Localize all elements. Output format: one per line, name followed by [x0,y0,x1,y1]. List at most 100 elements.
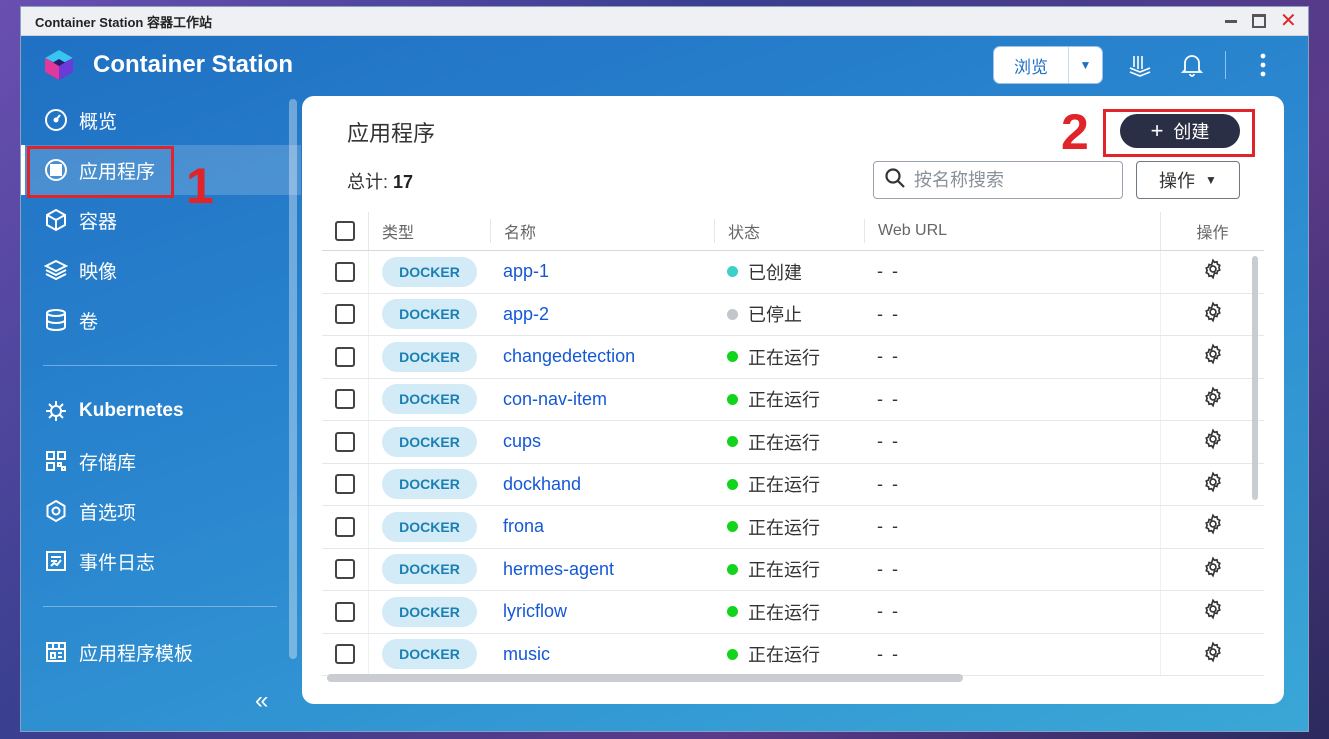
annotation-number-2: 2 [1061,104,1089,160]
column-header-name[interactable]: 名称 [490,219,714,243]
row-checkbox[interactable] [335,346,355,367]
status-dot [727,563,738,575]
gear-icon[interactable] [1202,428,1224,455]
bell-icon[interactable] [1177,50,1207,80]
sidebar-divider [43,365,277,366]
select-all-checkbox[interactable] [335,221,355,241]
sidebar-item-registry[interactable]: 存储库 [21,436,301,486]
collapse-sidebar-icon[interactable]: « [255,687,268,715]
status-indicator: 正在运行 [727,344,864,370]
web-url: - - [877,388,900,409]
app-name-link[interactable]: con-nav-item [503,389,607,409]
table-horizontal-scrollbar[interactable] [327,674,963,682]
table-row[interactable]: DOCKER dockhand 正在运行 - - [322,463,1264,506]
total-count: 总计: 17 [347,168,413,194]
gear-icon[interactable] [1202,386,1224,413]
sidebar-item-overview[interactable]: 概览 [21,95,301,145]
row-checkbox[interactable] [335,304,355,325]
sidebar-item-images[interactable]: 映像 [21,245,301,295]
column-header-status[interactable]: 状态 [714,219,864,243]
app-name-link[interactable]: app-1 [503,261,549,281]
sidebar-item-containers[interactable]: 容器 [21,195,301,245]
row-checkbox[interactable] [335,516,355,537]
web-url: - - [877,643,900,664]
gear-icon[interactable] [1202,343,1224,370]
column-header-type[interactable]: 类型 [369,219,490,243]
app-name-link[interactable]: hermes-agent [503,559,614,579]
table-row[interactable]: DOCKER app-2 已停止 - - [322,293,1264,336]
chevron-down-icon[interactable]: ▼ [1068,47,1102,83]
table-row[interactable]: DOCKER con-nav-item 正在运行 - - [322,378,1264,421]
row-checkbox[interactable] [335,601,355,622]
row-checkbox[interactable] [335,261,355,282]
annotation-number-1: 1 [186,158,214,214]
table-row[interactable]: DOCKER changedetection 正在运行 - - [322,336,1264,379]
gear-icon[interactable] [1202,258,1224,285]
app-name-link[interactable]: lyricflow [503,601,567,621]
actions-dropdown[interactable]: 操作 ▼ [1136,161,1240,199]
status-indicator: 正在运行 [727,386,864,412]
table-row[interactable]: DOCKER cups 正在运行 - - [322,421,1264,464]
gear-icon[interactable] [1202,301,1224,328]
type-badge: DOCKER [382,341,477,372]
sidebar-item-event-log[interactable]: 事件日志 [21,536,301,586]
sidebar-item-kubernetes[interactable]: Kubernetes [21,386,301,436]
table-row[interactable]: DOCKER app-1 已创建 - - [322,251,1264,294]
table-row[interactable]: DOCKER lyricflow 正在运行 - - [322,591,1264,634]
web-url: - - [877,601,900,622]
sidebar-item-app-templates[interactable]: 应用程序模板 [21,627,301,677]
annotation-box-1 [27,146,174,198]
app-name-link[interactable]: music [503,644,550,664]
table-row[interactable]: DOCKER frona 正在运行 - - [322,506,1264,549]
caret-down-icon: ▼ [1205,173,1217,187]
window-titlebar: Container Station 容器工作站 ✕ [21,7,1308,36]
status-dot [727,308,738,320]
status-indicator: 正在运行 [727,514,864,540]
app-header: Container Station 浏览 ▼ [21,36,1308,94]
total-label: 总计: [347,172,389,192]
close-icon[interactable]: ✕ [1280,11,1297,31]
column-header-action: 操作 [1160,212,1264,250]
app-name-link[interactable]: frona [503,516,544,536]
more-vertical-icon[interactable] [1248,50,1278,80]
registry-icon [43,448,69,474]
app-name-link[interactable]: changedetection [503,346,635,366]
status-indicator: 正在运行 [727,556,864,582]
status-indicator: 正在运行 [727,641,864,667]
status-dot [727,436,738,448]
table-header: 类型 名称 状态 Web URL 操作 [322,212,1264,251]
type-badge: DOCKER [382,256,477,287]
row-checkbox[interactable] [335,431,355,452]
gear-icon[interactable] [1202,641,1224,668]
row-checkbox[interactable] [335,389,355,410]
sidebar-item-preferences[interactable]: 首选项 [21,486,301,536]
sidebar-item-volumes[interactable]: 卷 [21,295,301,345]
app-name-link[interactable]: app-2 [503,304,549,324]
event-log-icon [43,548,69,574]
search-input[interactable] [914,169,1114,191]
maximize-icon[interactable] [1252,14,1266,28]
container-station-logo-icon [43,49,75,81]
minimize-icon[interactable] [1224,14,1238,28]
status-text: 已停止 [748,305,802,326]
row-checkbox[interactable] [335,559,355,580]
table-vertical-scrollbar[interactable] [1252,256,1258,500]
gear-icon[interactable] [1202,598,1224,625]
status-text: 正在运行 [748,560,820,581]
status-indicator: 正在运行 [727,471,864,497]
app-name-link[interactable]: dockhand [503,474,581,494]
tasks-stack-icon[interactable] [1125,50,1155,80]
gear-icon[interactable] [1202,513,1224,540]
browse-button[interactable]: 浏览 ▼ [993,46,1103,84]
column-header-web-url[interactable]: Web URL [864,219,1160,243]
search-field[interactable] [873,161,1123,199]
status-text: 正在运行 [748,390,820,411]
gear-icon[interactable] [1202,556,1224,583]
app-name-link[interactable]: cups [503,431,541,451]
row-checkbox[interactable] [335,644,355,665]
gear-icon[interactable] [1202,471,1224,498]
table-row[interactable]: DOCKER hermes-agent 正在运行 - - [322,548,1264,591]
row-checkbox[interactable] [335,474,355,495]
table-row[interactable]: DOCKER music 正在运行 - - [322,633,1264,676]
template-icon [43,639,69,665]
